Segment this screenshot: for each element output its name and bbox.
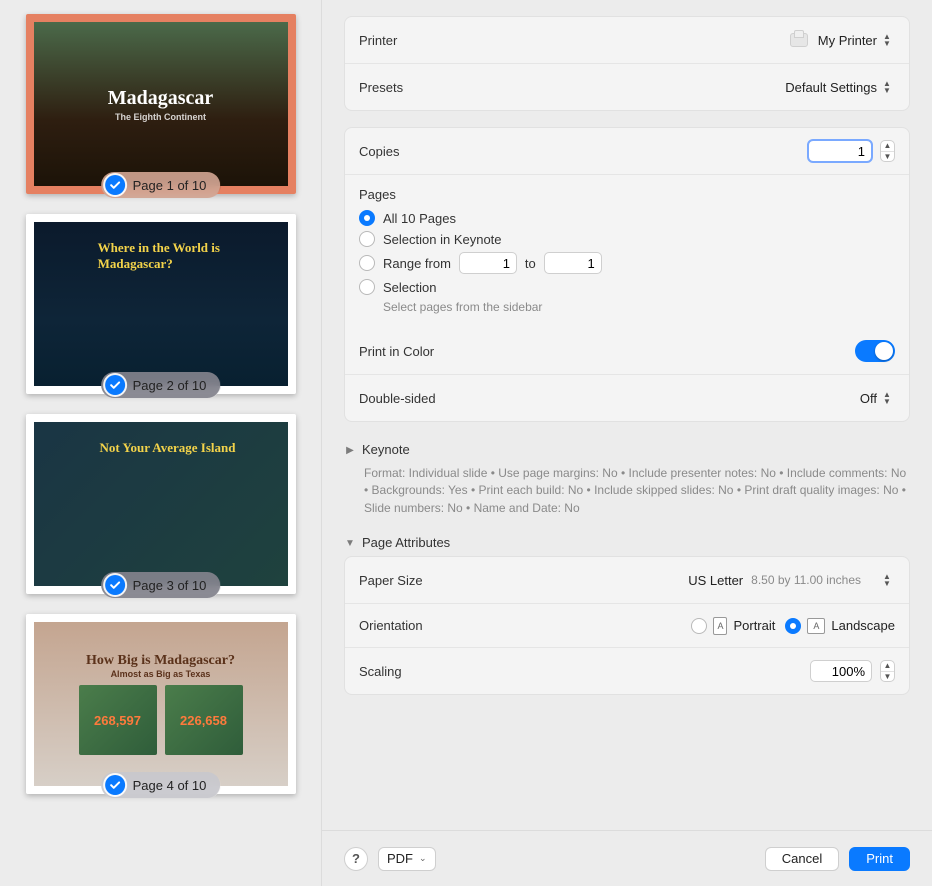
pages-selection-app-radio[interactable]: Selection in Keynote — [359, 231, 895, 247]
radio-icon — [359, 210, 375, 226]
checkmark-icon — [105, 775, 125, 795]
landscape-label: Landscape — [831, 618, 895, 633]
print-settings-panel: Printer My Printer ▲▼ Presets Default Se… — [322, 0, 932, 886]
slide-title: Where in the World is Madagascar? — [98, 240, 238, 271]
orientation-landscape-radio[interactable]: A Landscape — [785, 618, 895, 634]
slide-subtitle: The Eighth Continent — [108, 112, 214, 122]
page-thumbnails-sidebar: Madagascar The Eighth Continent Page 1 o… — [0, 0, 322, 886]
paper-size-select[interactable]: ▲▼ — [869, 569, 895, 591]
chevrons-icon: ▲▼ — [879, 387, 895, 409]
page-label: Page 3 of 10 — [133, 578, 207, 593]
pages-all-radio[interactable]: All 10 Pages — [359, 210, 895, 226]
presets-label: Presets — [359, 80, 403, 95]
page-thumbnail[interactable]: Madagascar The Eighth Continent Page 1 o… — [26, 14, 296, 194]
range-start-input[interactable] — [459, 252, 517, 274]
double-sided-label: Double-sided — [359, 391, 436, 406]
paper-size-label: Paper Size — [359, 573, 423, 588]
help-icon: ? — [352, 851, 360, 866]
slide-subtitle: Almost as Big as Texas — [79, 669, 243, 679]
thumbnail-image: Madagascar The Eighth Continent — [26, 14, 296, 194]
page-label: Page 2 of 10 — [133, 378, 207, 393]
pdf-menu-button[interactable]: PDF ⌄ — [378, 847, 436, 871]
page-badge[interactable]: Page 3 of 10 — [101, 572, 221, 598]
radio-icon — [359, 255, 375, 271]
thumbnail-image: Not Your Average Island — [26, 414, 296, 594]
page-thumbnail[interactable]: Where in the World is Madagascar? Page 2… — [26, 214, 296, 394]
page-label: Page 4 of 10 — [133, 778, 207, 793]
radio-icon — [785, 618, 801, 634]
chevrons-icon: ▲▼ — [879, 29, 895, 51]
page-badge[interactable]: Page 1 of 10 — [101, 172, 221, 198]
keynote-disclosure[interactable]: ▶ Keynote — [344, 438, 910, 463]
checkmark-icon — [105, 575, 125, 595]
presets-select[interactable]: Default Settings ▲▼ — [777, 76, 895, 98]
copies-pages-card: Copies ▲▼ Pages All 10 Pages Selection i… — [344, 127, 910, 422]
pages-section: Pages All 10 Pages Selection in Keynote … — [345, 174, 909, 328]
selection-hint: Select pages from the sidebar — [383, 300, 895, 314]
paper-size-value: US Letter — [688, 573, 743, 588]
printer-value: My Printer — [818, 33, 877, 48]
checkmark-icon — [105, 375, 125, 395]
radio-label: Selection — [383, 280, 436, 295]
print-in-color-toggle[interactable] — [855, 340, 895, 362]
pages-label: Pages — [359, 187, 895, 202]
page-label: Page 1 of 10 — [133, 178, 207, 193]
chevrons-icon: ▲▼ — [879, 569, 895, 591]
presets-value: Default Settings — [785, 80, 877, 95]
thumbnail-image: Where in the World is Madagascar? — [26, 214, 296, 394]
range-to-label: to — [525, 256, 536, 271]
paper-size-dimensions: 8.50 by 11.00 inches — [751, 573, 861, 587]
dialog-footer: ? PDF ⌄ Cancel Print — [322, 830, 932, 886]
orientation-label: Orientation — [359, 618, 423, 633]
page-thumbnail[interactable]: How Big is Madagascar? Almost as Big as … — [26, 614, 296, 794]
copies-input[interactable] — [808, 140, 872, 162]
slide-title: Not Your Average Island — [100, 440, 236, 456]
chevron-down-icon: ⌄ — [419, 853, 427, 864]
print-in-color-label: Print in Color — [359, 344, 434, 359]
double-sided-value: Off — [860, 391, 877, 406]
keynote-description: Format: Individual slide • Use page marg… — [364, 465, 910, 517]
checkmark-icon — [105, 175, 125, 195]
page-attributes-card: Paper Size US Letter 8.50 by 11.00 inche… — [344, 556, 910, 695]
range-end-input[interactable] — [544, 252, 602, 274]
page-thumbnail[interactable]: Not Your Average Island Page 3 of 10 — [26, 414, 296, 594]
chevron-down-icon: ▼ — [344, 538, 356, 549]
thumbnail-image: How Big is Madagascar? Almost as Big as … — [26, 614, 296, 794]
chevrons-icon: ▲▼ — [879, 76, 895, 98]
radio-label: Selection in Keynote — [383, 232, 502, 247]
radio-icon — [359, 279, 375, 295]
page-attributes-title: Page Attributes — [362, 535, 450, 550]
slide-title: How Big is Madagascar? — [79, 653, 243, 669]
cancel-button[interactable]: Cancel — [765, 847, 839, 871]
printer-select[interactable]: My Printer ▲▼ — [782, 29, 895, 51]
radio-label: Range from — [383, 256, 451, 271]
radio-label: All 10 Pages — [383, 211, 456, 226]
chevron-right-icon: ▶ — [344, 445, 356, 456]
portrait-label: Portrait — [733, 618, 775, 633]
printer-presets-card: Printer My Printer ▲▼ Presets Default Se… — [344, 16, 910, 111]
keynote-title: Keynote — [362, 442, 410, 457]
copies-label: Copies — [359, 144, 399, 159]
landscape-icon: A — [807, 618, 825, 634]
radio-icon — [691, 618, 707, 634]
radio-icon — [359, 231, 375, 247]
copies-stepper[interactable]: ▲▼ — [880, 140, 895, 162]
page-attributes-disclosure[interactable]: ▼ Page Attributes — [344, 531, 910, 556]
orientation-portrait-radio[interactable]: A Portrait — [691, 617, 775, 635]
page-badge[interactable]: Page 2 of 10 — [101, 372, 221, 398]
print-button[interactable]: Print — [849, 847, 910, 871]
scaling-stepper[interactable]: ▲▼ — [880, 660, 895, 682]
slide-title: Madagascar — [108, 87, 214, 110]
scaling-input[interactable] — [810, 660, 872, 682]
printer-label: Printer — [359, 33, 397, 48]
help-button[interactable]: ? — [344, 847, 368, 871]
portrait-icon: A — [713, 617, 727, 635]
page-badge[interactable]: Page 4 of 10 — [101, 772, 221, 798]
pages-range-radio[interactable]: Range from to — [359, 252, 895, 274]
pages-selection-radio[interactable]: Selection — [359, 279, 895, 295]
pdf-label: PDF — [387, 851, 413, 866]
scaling-label: Scaling — [359, 664, 402, 679]
printer-icon — [790, 33, 808, 47]
double-sided-select[interactable]: Off ▲▼ — [852, 387, 895, 409]
